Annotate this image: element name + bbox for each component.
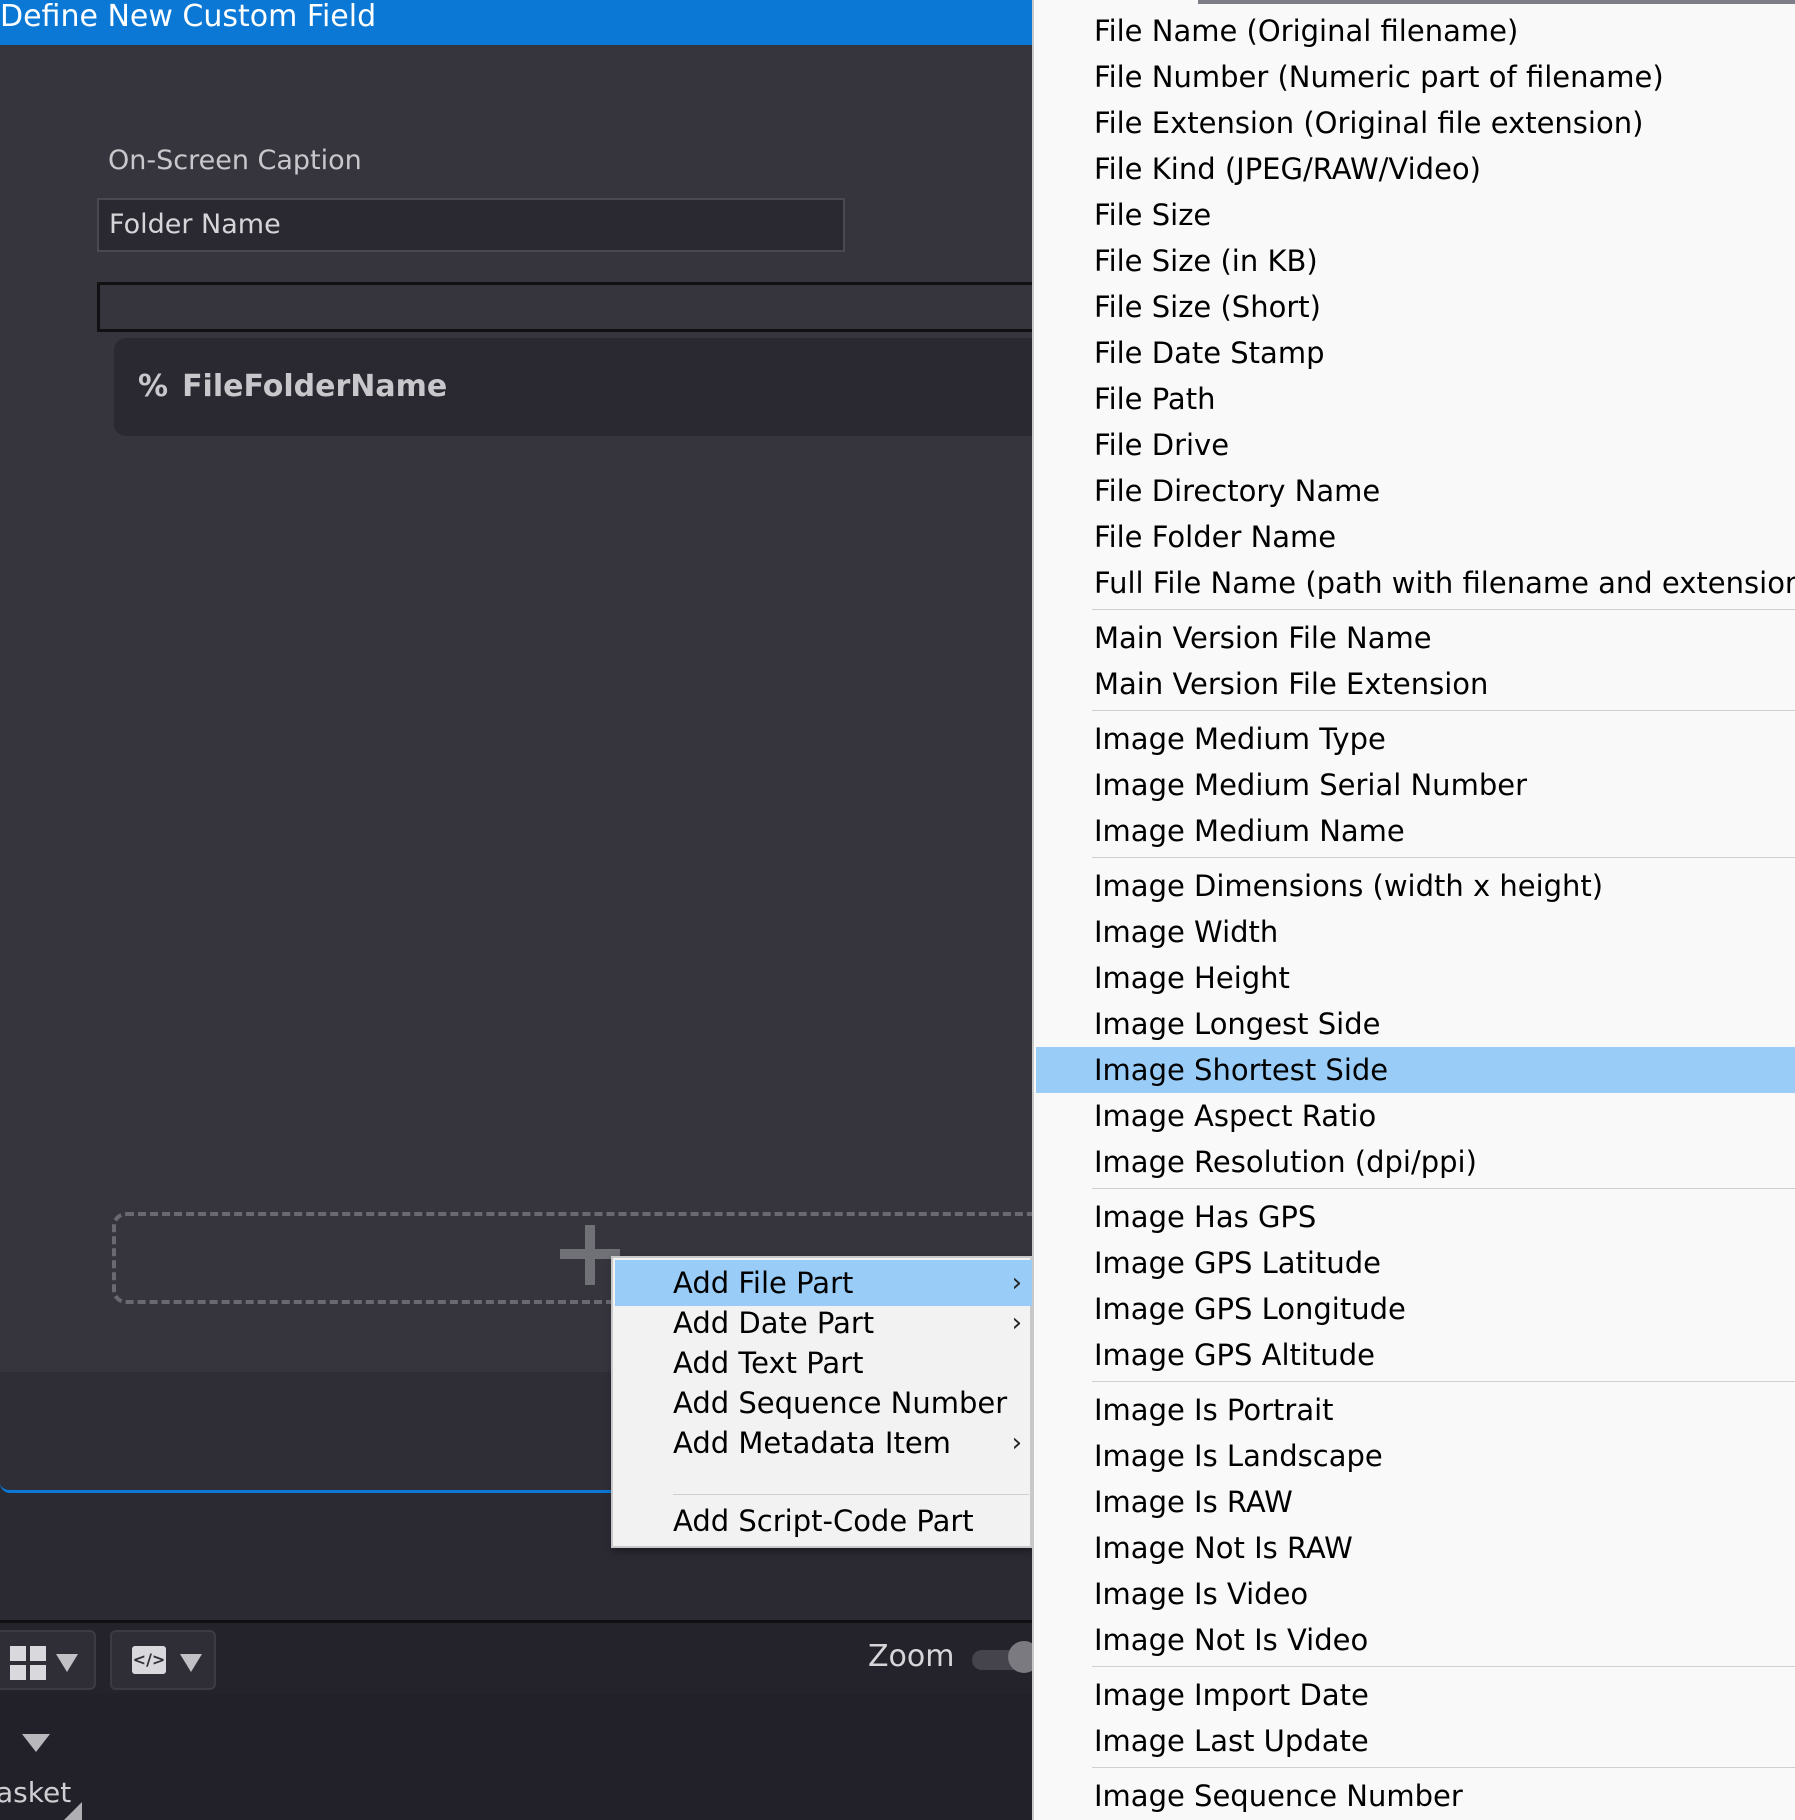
submenu-item[interactable]: Image Not Is Video [1036,1617,1795,1663]
resize-grip-icon[interactable] [64,1802,82,1820]
basket-label: asket [0,1776,72,1809]
caption-input[interactable]: Folder Name [97,198,845,252]
grid-icon [10,1646,46,1680]
submenu-item[interactable]: Image Width [1036,909,1795,955]
layout-button[interactable] [0,1630,96,1690]
field-part-chip[interactable]: % FileFolderName [114,338,1074,436]
bottom-toolbar: </> Zoom [0,1620,1052,1697]
submenu-item[interactable]: File Size (Short) [1036,284,1795,330]
submenu-item[interactable]: Image Medium Serial Number [1036,762,1795,808]
code-icon: </> [132,1646,166,1674]
dropdown-arrow-icon [180,1654,202,1672]
submenu-item[interactable]: Image Is Landscape [1036,1433,1795,1479]
submenu-item[interactable]: File Path [1036,376,1795,422]
submenu-item[interactable]: Image Longest Side [1036,1001,1795,1047]
submenu-item[interactable]: Image Not Is RAW [1036,1525,1795,1571]
chevron-right-icon: › [1011,1428,1022,1458]
submenu-item[interactable]: Image Resolution (dpi/ppi) [1036,1139,1795,1185]
expression-input[interactable] [97,282,1057,332]
background-strip [1198,0,1795,4]
menu-item-add-script-code-part[interactable]: Add Script-Code Part [615,1498,1032,1544]
bottom-panel [0,1694,1032,1820]
submenu-item[interactable]: File Folder Name [1036,514,1795,560]
collapse-triangle-icon[interactable] [22,1734,50,1752]
percent-icon: % [138,369,169,404]
submenu-item[interactable]: Main Version File Name [1036,615,1795,661]
submenu-item[interactable]: File Drive [1036,422,1795,468]
submenu-item[interactable]: Image Medium Name [1036,808,1795,854]
submenu-separator [1092,1666,1795,1667]
submenu-separator [1092,1381,1795,1382]
submenu-separator [1092,1188,1795,1189]
submenu-separator [1092,857,1795,858]
submenu-separator [1092,710,1795,711]
code-button[interactable]: </> [110,1630,216,1690]
submenu-item[interactable]: Image Dimensions (width x height) [1036,863,1795,909]
caption-label: On-Screen Caption [108,145,362,176]
dropdown-arrow-icon [56,1654,78,1672]
submenu-item[interactable]: Image Sequence Number [1036,1773,1795,1819]
menu-separator [673,1494,1029,1495]
submenu-item[interactable]: Image Height [1036,955,1795,1001]
submenu-item[interactable]: Image GPS Longitude [1036,1286,1795,1332]
submenu-item[interactable]: Image GPS Latitude [1036,1240,1795,1286]
zoom-label: Zoom [868,1639,955,1674]
submenu-item[interactable]: File Directory Name [1036,468,1795,514]
part-name: FileFolderName [182,369,448,404]
submenu-item[interactable]: File Kind (JPEG/RAW/Video) [1036,146,1795,192]
window-title: Define New Custom Field [0,0,1032,45]
menu-item-add-metadata-item[interactable]: Add Metadata Item › [615,1420,1032,1466]
submenu-separator [1092,609,1795,610]
submenu-item[interactable]: Image Shortest Side [1036,1047,1795,1093]
submenu-item[interactable]: Image Aspect Ratio [1036,1093,1795,1139]
submenu-item[interactable]: File Number (Numeric part of filename) [1036,54,1795,100]
submenu-item[interactable]: File Extension (Original file extension) [1036,100,1795,146]
add-part-context-menu: Add File Part › Add Date Part › Add Text… [611,1256,1032,1548]
submenu-item[interactable]: Main Version File Extension [1036,661,1795,707]
submenu-item[interactable]: Image Is RAW [1036,1479,1795,1525]
submenu-item[interactable]: File Name (Original filename) [1036,8,1795,54]
submenu-item[interactable]: File Size (in KB) [1036,238,1795,284]
submenu-item[interactable]: Image GPS Altitude [1036,1332,1795,1378]
submenu-item[interactable]: File Size [1036,192,1795,238]
submenu-separator [1092,1767,1795,1768]
submenu-item[interactable]: Image Import Date [1036,1672,1795,1718]
submenu-item[interactable]: Image Has GPS [1036,1194,1795,1240]
file-part-submenu: File Name (Original filename) File Number… [1032,0,1795,1820]
submenu-item[interactable]: Image Last Update [1036,1718,1795,1764]
submenu-item[interactable]: Image Medium Type [1036,716,1795,762]
submenu-item[interactable]: File Date Stamp [1036,330,1795,376]
submenu-item[interactable]: Full File Name (path with filename and e… [1036,560,1795,606]
submenu-item[interactable]: Image Is Portrait [1036,1387,1795,1433]
submenu-item[interactable]: Image Is Video [1036,1571,1795,1617]
